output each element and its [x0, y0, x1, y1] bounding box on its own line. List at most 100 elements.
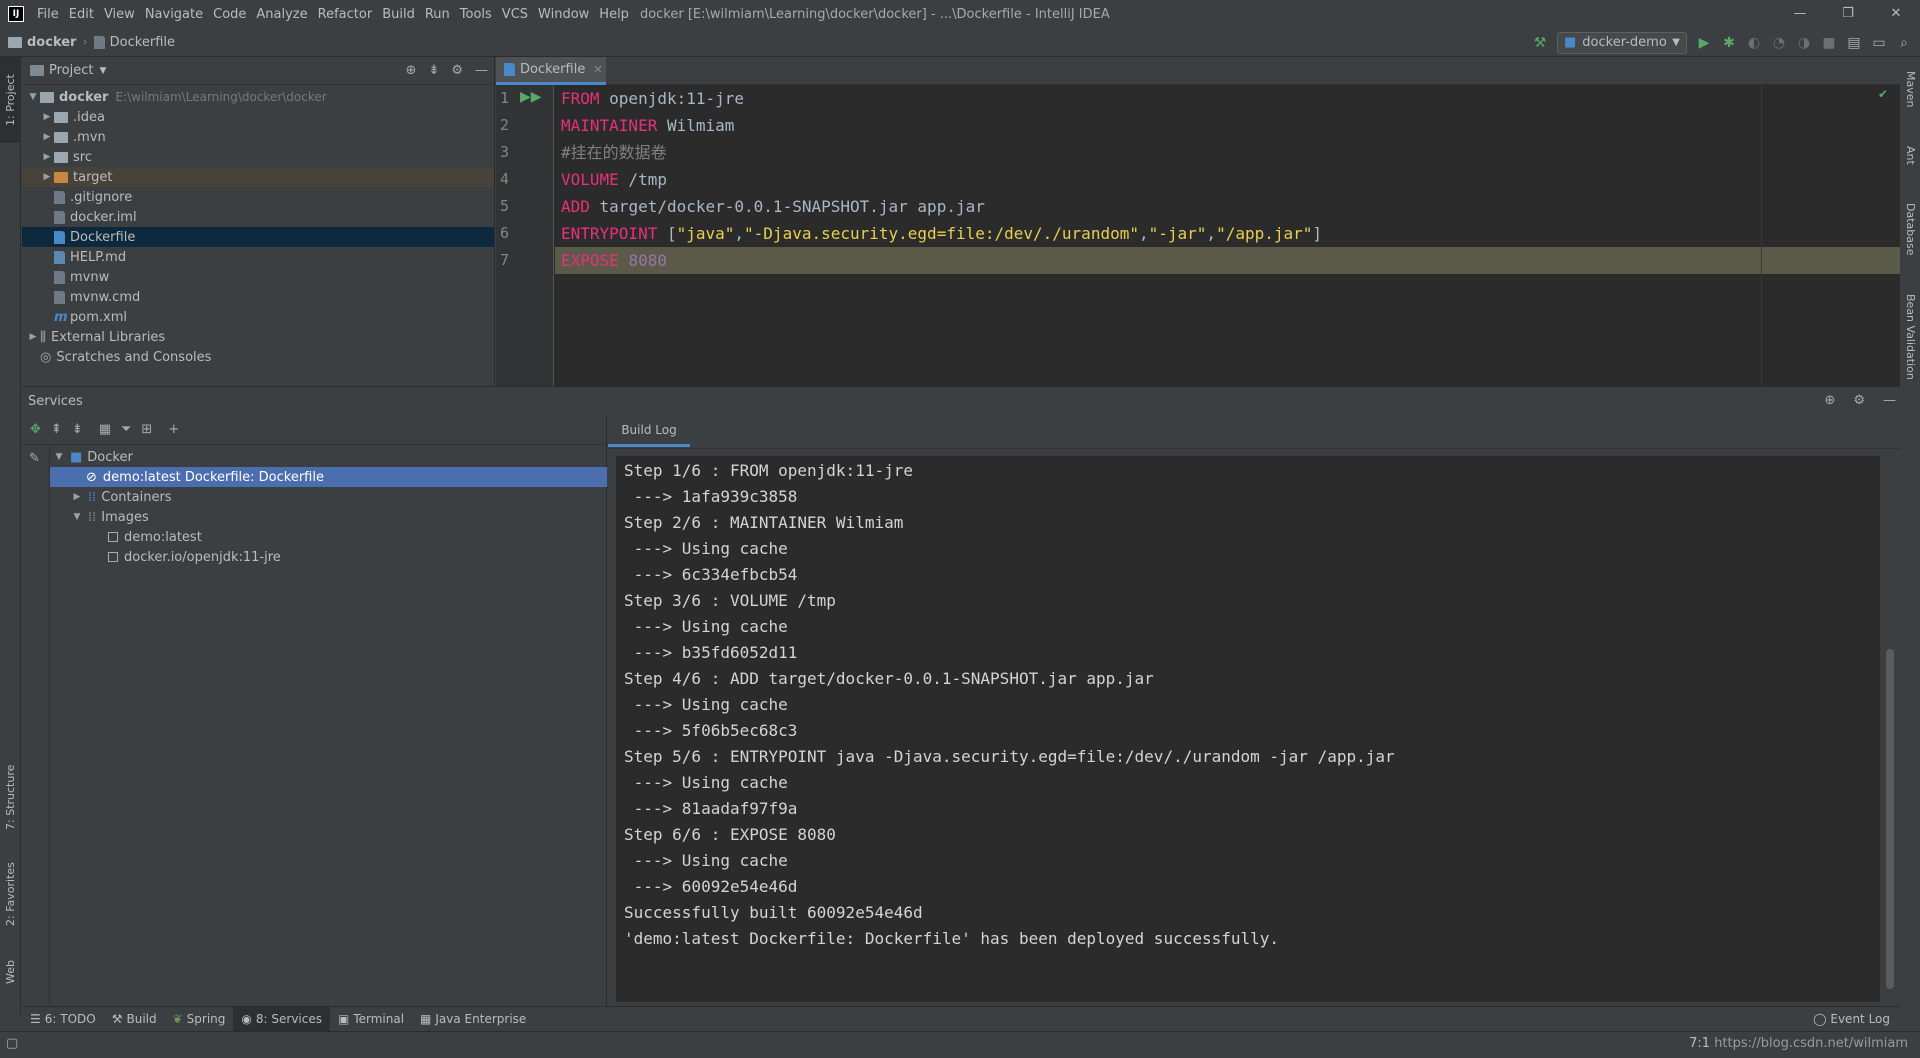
tree-item-mvnw[interactable]: mvnw	[22, 267, 494, 287]
tree-item-deployment[interactable]: ⊘ demo:latest Dockerfile: Dockerfile	[50, 467, 607, 487]
tree-root[interactable]: ▼ docker E:\wilmiam\Learning\docker\dock…	[22, 87, 494, 107]
breadcrumb-project[interactable]: docker	[8, 35, 76, 50]
tree-item-image-demo[interactable]: demo:latest	[50, 527, 607, 547]
tab-structure[interactable]: 7: Structure	[0, 757, 21, 837]
collapsed-arrow-icon[interactable]: ▶	[26, 332, 40, 342]
tree-item-mvn[interactable]: ▶ .mvn	[22, 127, 494, 147]
tree-item-scratches[interactable]: ◎ Scratches and Consoles	[22, 347, 494, 367]
tab-dockerfile[interactable]: Dockerfile ✕	[496, 57, 606, 85]
tree-item-target[interactable]: ▶ target	[22, 167, 494, 187]
tab-maven[interactable]: Maven	[1900, 59, 1920, 119]
tab-bean-validation[interactable]: Bean Validation	[1900, 282, 1920, 392]
hide-icon[interactable]: —	[475, 63, 488, 78]
tab-ant[interactable]: Ant	[1900, 135, 1920, 175]
tab-build-log[interactable]: Build Log	[608, 415, 690, 447]
filter-icon[interactable]: ⏷	[121, 422, 131, 437]
restore-button[interactable]: ❐	[1824, 0, 1872, 28]
collapse-all-icon[interactable]: ⇟	[72, 422, 83, 437]
menu-window[interactable]: Window	[533, 7, 594, 22]
breadcrumb-file[interactable]: Dockerfile	[93, 35, 175, 50]
collapsed-arrow-icon[interactable]: ▶	[40, 112, 54, 122]
tab-todo[interactable]: ☰ 6: TODO	[22, 1007, 104, 1032]
menu-file[interactable]: File	[32, 7, 64, 22]
coverage-icon[interactable]: ◐	[1746, 35, 1762, 51]
close-button[interactable]: ✕	[1872, 0, 1920, 28]
tab-build[interactable]: ⚒ Build	[104, 1007, 165, 1032]
code-editor[interactable]: 1 2 3 4 5 6 7 ▶▶ ✔ FROM openjdk:11-jre M…	[496, 85, 1900, 386]
tree-item-dockerfile[interactable]: Dockerfile	[22, 227, 494, 247]
menu-run[interactable]: Run	[420, 7, 455, 22]
edit-configuration-icon[interactable]: ✎	[29, 451, 40, 466]
collapsed-arrow-icon[interactable]: ▶	[40, 172, 54, 182]
build-log-console[interactable]: Step 1/6 : FROM openjdk:11-jre ---> 1afa…	[616, 456, 1880, 1002]
build-hammer-icon[interactable]: ⚒	[1532, 35, 1548, 51]
profile-icon[interactable]: ◔	[1771, 35, 1787, 51]
locate-icon[interactable]: ⊕	[1824, 393, 1835, 408]
status-toggle-icon[interactable]: ▢	[6, 1036, 18, 1051]
menu-code[interactable]: Code	[208, 7, 251, 22]
tree-item-pom-xml[interactable]: m pom.xml	[22, 307, 494, 327]
event-log-button[interactable]: ◯ Event Log	[1813, 1007, 1890, 1032]
expand-all-icon[interactable]: ⇞	[51, 422, 62, 437]
project-structure-icon[interactable]: ▤	[1846, 35, 1862, 51]
locate-icon[interactable]: ⊕	[406, 63, 417, 78]
tree-item-image-openjdk[interactable]: docker.io/openjdk:11-jre	[50, 547, 607, 567]
run-icon[interactable]: ▶	[1696, 35, 1712, 51]
gear-icon[interactable]: ⚙	[1853, 393, 1865, 408]
debug-icon[interactable]: ✱	[1721, 35, 1737, 51]
caret-position[interactable]: 7:1 https://blog.csdn.net/wilmiam	[1689, 1036, 1908, 1051]
expanded-arrow-icon[interactable]: ▼	[70, 512, 84, 522]
inspection-ok-icon[interactable]: ✔	[1878, 87, 1888, 101]
menu-refactor[interactable]: Refactor	[313, 7, 378, 22]
close-tab-icon[interactable]: ✕	[593, 63, 602, 76]
tab-terminal[interactable]: ▣ Terminal	[330, 1007, 412, 1032]
hide-icon[interactable]: —	[1883, 393, 1896, 408]
expanded-arrow-icon[interactable]: ▼	[52, 452, 66, 462]
chevron-down-icon[interactable]: ▼	[99, 66, 106, 76]
new-tab-icon[interactable]: ⊞	[141, 422, 152, 437]
run-configuration-select[interactable]: ■ docker-demo ▼	[1557, 31, 1687, 54]
tab-spring[interactable]: ❦ Spring	[165, 1007, 234, 1032]
tab-web[interactable]: Web	[0, 947, 21, 997]
stop-icon[interactable]: ■	[1821, 35, 1837, 51]
tree-item-help-md[interactable]: HELP.md	[22, 247, 494, 267]
menu-view[interactable]: View	[99, 7, 140, 22]
menu-help[interactable]: Help	[594, 7, 634, 22]
menu-navigate[interactable]: Navigate	[140, 7, 208, 22]
tab-database[interactable]: Database	[1900, 192, 1920, 267]
search-icon[interactable]: ⌕	[1896, 35, 1912, 51]
tree-item-src[interactable]: ▶ src	[22, 147, 494, 167]
group-by-icon[interactable]: ▦	[99, 422, 111, 437]
project-view-select[interactable]: Project	[49, 63, 93, 78]
tab-java-enterprise[interactable]: ▦ Java Enterprise	[412, 1007, 534, 1032]
deploy-icon[interactable]: ✥	[30, 422, 41, 437]
tree-item-idea[interactable]: ▶ .idea	[22, 107, 494, 127]
collapsed-arrow-icon[interactable]: ▶	[40, 152, 54, 162]
collapse-all-icon[interactable]: ⇟	[428, 63, 439, 78]
tree-item-mvnw-cmd[interactable]: mvnw.cmd	[22, 287, 494, 307]
menu-vcs[interactable]: VCS	[497, 7, 533, 22]
expanded-arrow-icon[interactable]: ▼	[26, 92, 40, 102]
tree-item-containers[interactable]: ▶ ⁞⁞ Containers	[50, 487, 607, 507]
tree-item-gitignore[interactable]: .gitignore	[22, 187, 494, 207]
tab-favorites[interactable]: 2: Favorites	[0, 852, 21, 937]
collapsed-arrow-icon[interactable]: ▶	[40, 132, 54, 142]
tree-item-docker[interactable]: ▼ ■ Docker	[50, 447, 607, 467]
menu-analyze[interactable]: Analyze	[251, 7, 312, 22]
add-service-icon[interactable]: +	[168, 422, 179, 437]
menu-edit[interactable]: Edit	[64, 7, 99, 22]
menu-build[interactable]: Build	[377, 7, 420, 22]
attach-icon[interactable]: ◑	[1796, 35, 1812, 51]
minimize-button[interactable]: —	[1776, 0, 1824, 28]
layout-icon[interactable]: ▭	[1871, 35, 1887, 51]
tree-item-docker-iml[interactable]: docker.iml	[22, 207, 494, 227]
menu-tools[interactable]: Tools	[455, 7, 497, 22]
gear-icon[interactable]: ⚙	[451, 63, 463, 78]
tab-services[interactable]: ◉ 8: Services	[233, 1006, 330, 1032]
collapsed-arrow-icon[interactable]: ▶	[70, 492, 84, 502]
run-gutter-icon[interactable]: ▶▶	[520, 89, 542, 105]
log-scrollbar[interactable]	[1886, 649, 1894, 989]
tab-project[interactable]: 1: Project	[0, 57, 21, 143]
tree-item-images[interactable]: ▼ ⁞⁞ Images	[50, 507, 607, 527]
tree-item-external-libraries[interactable]: ▶ ⫼ External Libraries	[22, 327, 494, 347]
